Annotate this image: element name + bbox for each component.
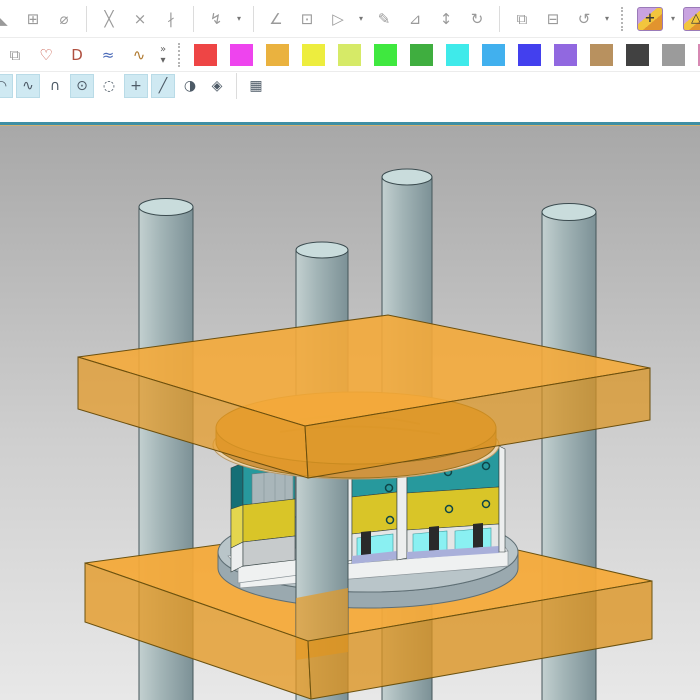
- toolbar-gap: [0, 100, 700, 122]
- fill-surface-icon[interactable]: D: [64, 42, 90, 68]
- replace-feature-icon[interactable]: ↻: [464, 6, 490, 32]
- overflow-more-icon[interactable]: »: [160, 44, 166, 55]
- rapid-dimension-dropdown[interactable]: ▾: [234, 14, 244, 23]
- separator: [499, 5, 500, 32]
- reorder-feature-icon[interactable]: ↺: [571, 6, 597, 32]
- color-swatch-1[interactable]: [194, 43, 218, 66]
- color-swatch-13[interactable]: [626, 43, 650, 66]
- project-curve-icon[interactable]: ∿: [126, 42, 152, 68]
- color-swatch-7[interactable]: [410, 43, 434, 66]
- point-icon[interactable]: +: [124, 74, 148, 98]
- line-icon[interactable]: ╱: [151, 74, 175, 98]
- mirror-feature-icon[interactable]: ▷: [325, 6, 351, 32]
- profile-icon-partial[interactable]: ◠: [0, 74, 13, 98]
- grid-icon[interactable]: ▦: [244, 74, 268, 98]
- datum-plane-icon[interactable]: ⊞: [20, 6, 46, 32]
- revolve-body-icon[interactable]: ⌀: [51, 6, 77, 32]
- studio-spline-icon[interactable]: ∿: [16, 74, 40, 98]
- toolbar-sketch-curves: ◠ ∿ ∩ ⊙ ◌ + ╱ ◑ ◈ ▦: [0, 72, 700, 100]
- draft-angle-icon[interactable]: ∠: [263, 6, 289, 32]
- circle-icon[interactable]: ⊙: [70, 74, 94, 98]
- separator: [236, 73, 237, 99]
- separator: [253, 5, 254, 32]
- color-swatch-2[interactable]: [230, 43, 254, 66]
- copy-geometry-icon[interactable]: ⧉: [509, 6, 535, 32]
- separator: [193, 5, 194, 32]
- trim-body-icon[interactable]: ×: [127, 6, 153, 32]
- ellipse-icon[interactable]: ◌: [97, 74, 121, 98]
- extract-geometry-icon[interactable]: ⧉: [2, 42, 28, 68]
- lock-geometry-icon[interactable]: ⊟: [540, 6, 566, 32]
- palette-handle: [178, 42, 183, 67]
- color-swatch-14[interactable]: [662, 43, 686, 66]
- overflow-down-icon[interactable]: ▾: [161, 55, 166, 66]
- toolbar-surface-and-colors: ⧉ ♡ D ≈ ∿» ▾: [0, 38, 700, 72]
- mesh-surface-icon[interactable]: ◈: [205, 74, 229, 98]
- edge-icon-partial[interactable]: ◣: [0, 6, 15, 32]
- graphics-window[interactable]: [0, 126, 700, 700]
- rapid-dimension-icon[interactable]: ↯: [203, 6, 229, 32]
- edit-feature-icon[interactable]: ✎: [371, 6, 397, 32]
- chamfer-tool-icon[interactable]: ⊿: [402, 6, 428, 32]
- move-face-icon[interactable]: +: [637, 6, 663, 31]
- color-swatch-5[interactable]: [338, 43, 362, 66]
- adjust-size-icon[interactable]: ↕: [433, 6, 459, 32]
- toolbar-feature: ◣⊞⌀╳×∤↯▾∠⊡▷▾✎⊿↕↻⧉⊟↺▾+▾△▾×: [0, 0, 700, 38]
- through-curves-icon[interactable]: ≈: [95, 42, 121, 68]
- separator: [86, 5, 87, 32]
- color-swatch-10[interactable]: [518, 43, 542, 66]
- mirror-feature-dropdown[interactable]: ▾: [356, 14, 366, 23]
- color-swatch-8[interactable]: [446, 43, 470, 66]
- surface-icon[interactable]: ◑: [178, 74, 202, 98]
- pattern-feature-icon[interactable]: ⊡: [294, 6, 320, 32]
- toolbar-overflow[interactable]: » ▾: [157, 44, 169, 66]
- arc-icon[interactable]: ∩: [43, 74, 67, 98]
- pull-face-icon[interactable]: △: [683, 6, 700, 31]
- color-swatch-12[interactable]: [590, 43, 614, 66]
- color-swatch-9[interactable]: [482, 43, 506, 66]
- trim-curve-icon[interactable]: ╳: [96, 6, 122, 32]
- toolbar-handle: [621, 6, 626, 31]
- move-face-dropdown[interactable]: ▾: [668, 14, 678, 23]
- color-swatch-6[interactable]: [374, 43, 398, 66]
- bounded-plane-icon[interactable]: ♡: [33, 42, 59, 68]
- color-swatch-11[interactable]: [554, 43, 578, 66]
- divide-curve-icon[interactable]: ∤: [158, 6, 184, 32]
- reorder-feature-dropdown[interactable]: ▾: [602, 14, 612, 23]
- color-swatch-4[interactable]: [302, 43, 326, 66]
- color-swatch-3[interactable]: [266, 43, 290, 66]
